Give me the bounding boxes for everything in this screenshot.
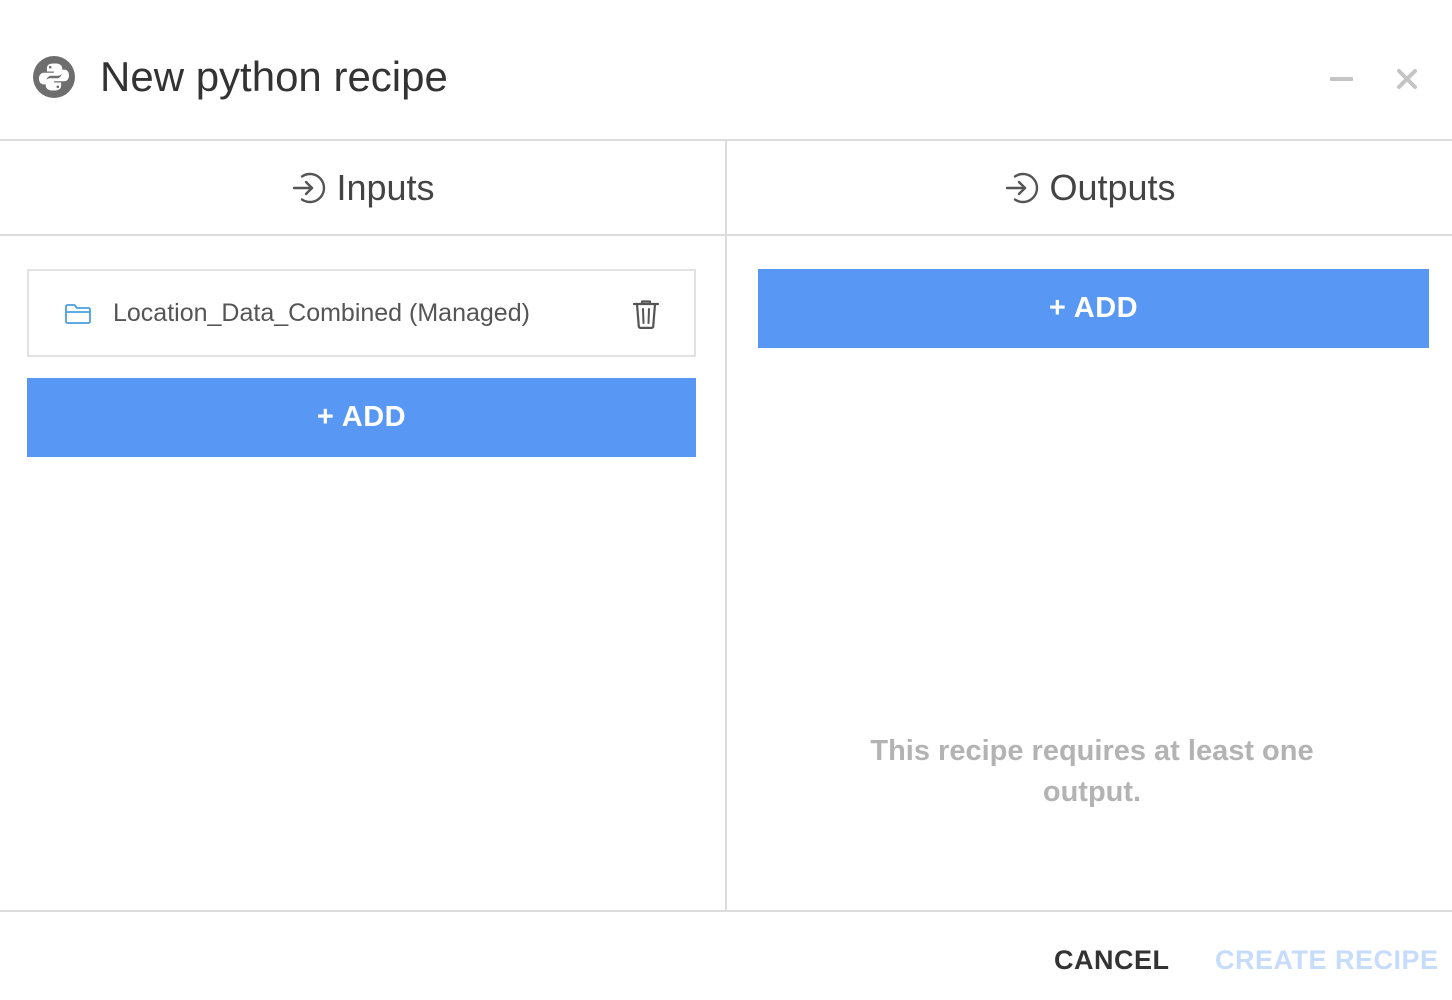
close-icon [1397,69,1417,89]
close-button[interactable] [1390,62,1424,96]
minimize-icon [1330,77,1353,81]
dialog-title: New python recipe [100,53,448,100]
dialog-footer: CANCEL CREATE RECIPE [0,910,1452,1000]
trash-icon[interactable] [631,298,661,330]
folder-icon [65,304,91,324]
sign-in-arrow-icon [1006,172,1039,203]
sign-in-arrow-icon [293,172,326,203]
outputs-header: Outputs [727,141,1452,236]
outputs-title: Outputs [1049,166,1176,208]
outputs-empty-message: This recipe requires at least one output… [870,735,1314,808]
input-dataset-label: Location_Data_Combined (Managed) [113,299,530,327]
new-recipe-dialog: New python recipe Inputs Location_Data_C… [0,0,1452,1000]
inputs-title: Inputs [336,166,435,208]
dialog-header: New python recipe [0,0,1452,141]
minimize-button[interactable] [1322,62,1362,94]
add-input-button[interactable]: + ADD [27,378,696,457]
python-icon [33,56,75,98]
create-recipe-button[interactable]: CREATE RECIPE [1215,945,1439,976]
input-dataset-item[interactable]: Location_Data_Combined (Managed) [27,269,696,357]
add-output-button[interactable]: + ADD [758,269,1429,348]
cancel-button[interactable]: CANCEL [1054,945,1170,976]
inputs-header: Inputs [0,141,725,236]
outputs-panel: Outputs + ADD This recipe requires at le… [727,141,1452,910]
inputs-panel: Inputs Location_Data_Combined (Managed) … [0,141,727,910]
